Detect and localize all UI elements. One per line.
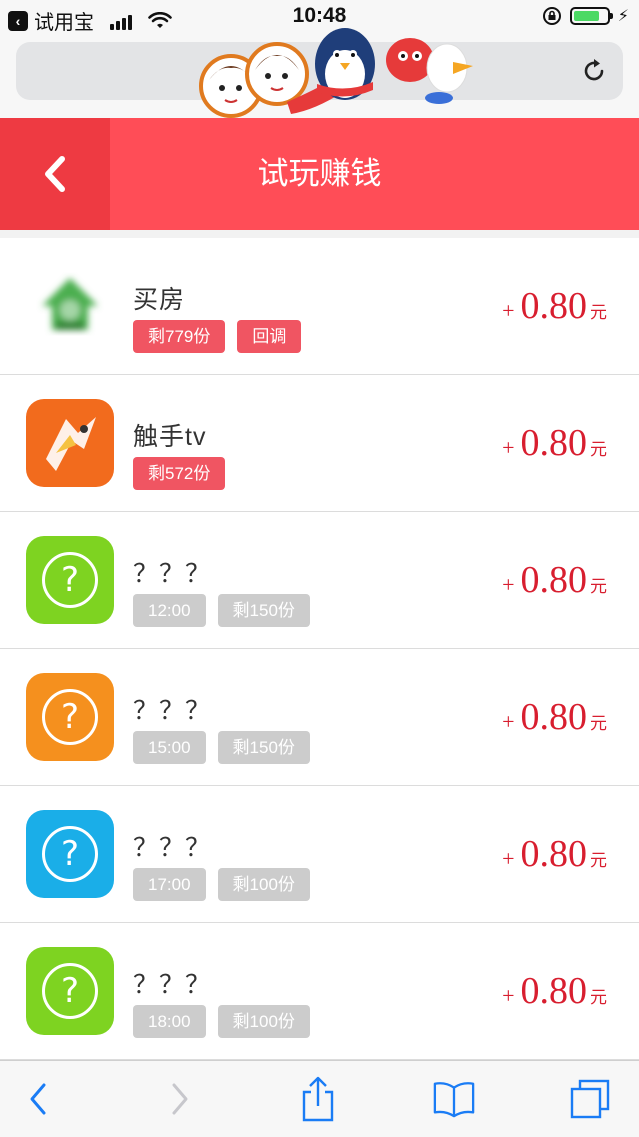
task-name: ？？？: [133, 834, 212, 862]
reward-unit: 元: [590, 577, 607, 596]
reward-unit: 元: [590, 440, 607, 459]
reward-plus: +: [502, 435, 515, 460]
chevron-left-icon: [30, 1083, 46, 1115]
charging-icon: ⚡: [617, 8, 629, 25]
reward-value: 0.80: [520, 422, 588, 464]
callback-badge: 回调: [237, 320, 302, 353]
task-name: ？？？: [133, 560, 212, 588]
remaining-badge: 剩572份: [133, 457, 226, 490]
reward-value: 0.80: [520, 285, 588, 327]
reload-icon[interactable]: [579, 56, 609, 86]
reward-value: 0.80: [520, 559, 588, 601]
task-row[interactable]: 买房 剩779份 回调 + 0.80 元: [0, 238, 639, 375]
bookmarks-button[interactable]: [432, 1077, 476, 1121]
question-icon: ?: [26, 673, 114, 761]
start-time-badge: 15:00: [133, 731, 206, 764]
green-house-icon: [26, 262, 114, 350]
share-button[interactable]: [296, 1076, 340, 1122]
task-name: 触手tv: [133, 423, 207, 451]
back-button[interactable]: [0, 118, 110, 230]
reward-plus: +: [502, 709, 515, 734]
reward-unit: 元: [590, 988, 607, 1007]
question-icon: ?: [26, 810, 114, 898]
reward-unit: 元: [590, 714, 607, 733]
chevron-right-icon: [172, 1083, 188, 1115]
reward-value: 0.80: [520, 970, 588, 1012]
reward-plus: +: [502, 298, 515, 323]
task-name: ？？？: [133, 971, 212, 999]
page-header: 试玩赚钱: [0, 118, 639, 230]
reward-amount: + 0.80 元: [502, 558, 607, 602]
browser-back-button[interactable]: [16, 1077, 60, 1121]
task-name: ？？？: [133, 697, 212, 725]
battery-icon: [569, 7, 613, 25]
task-list: 买房 剩779份 回调 + 0.80 元 触手tv 剩572份 + 0.80 元: [0, 238, 639, 1060]
reward-value: 0.80: [520, 833, 588, 875]
reward-amount: + 0.80 元: [502, 832, 607, 876]
share-icon: [302, 1076, 334, 1122]
reward-value: 0.80: [520, 696, 588, 738]
start-time-badge: 12:00: [133, 594, 206, 627]
tabs-icon: [570, 1079, 610, 1119]
reward-plus: +: [502, 983, 515, 1008]
tabs-button[interactable]: [568, 1077, 612, 1121]
browser-bar: [0, 28, 639, 118]
question-icon: ?: [26, 947, 114, 1035]
rotation-lock-icon: [542, 7, 561, 25]
reward-amount: + 0.80 元: [502, 695, 607, 739]
chushou-tv-icon: [26, 399, 114, 487]
reward-unit: 元: [590, 851, 607, 870]
browser-forward-button[interactable]: [158, 1077, 202, 1121]
chevron-left-icon: [45, 156, 65, 192]
reward-amount: + 0.80 元: [502, 421, 607, 465]
task-row[interactable]: ? ？？？ 15:00 剩150份 + 0.80 元: [0, 649, 639, 786]
task-row[interactable]: ? ？？？ 17:00 剩100份 + 0.80 元: [0, 786, 639, 923]
holiday-doodle-image: [199, 28, 473, 118]
book-icon: [433, 1082, 475, 1118]
reward-amount: + 0.80 元: [502, 284, 607, 328]
remaining-badge: 剩100份: [217, 868, 310, 901]
task-row[interactable]: ? ？？？ 18:00 剩100份 + 0.80 元: [0, 923, 639, 1060]
question-icon: ?: [26, 536, 114, 624]
remaining-badge: 剩150份: [217, 731, 310, 764]
reward-amount: + 0.80 元: [502, 969, 607, 1013]
reward-plus: +: [502, 846, 515, 871]
task-name: 买房: [133, 286, 186, 314]
start-time-badge: 17:00: [133, 868, 206, 901]
remaining-badge: 剩779份: [133, 320, 226, 353]
task-row[interactable]: 触手tv 剩572份 + 0.80 元: [0, 375, 639, 512]
reward-plus: +: [502, 572, 515, 597]
remaining-badge: 剩150份: [217, 594, 310, 627]
browser-toolbar: [0, 1060, 639, 1137]
reward-unit: 元: [590, 303, 607, 322]
start-time-badge: 18:00: [133, 1005, 206, 1038]
task-row[interactable]: ? ？？？ 12:00 剩150份 + 0.80 元: [0, 512, 639, 649]
remaining-badge: 剩100份: [217, 1005, 310, 1038]
